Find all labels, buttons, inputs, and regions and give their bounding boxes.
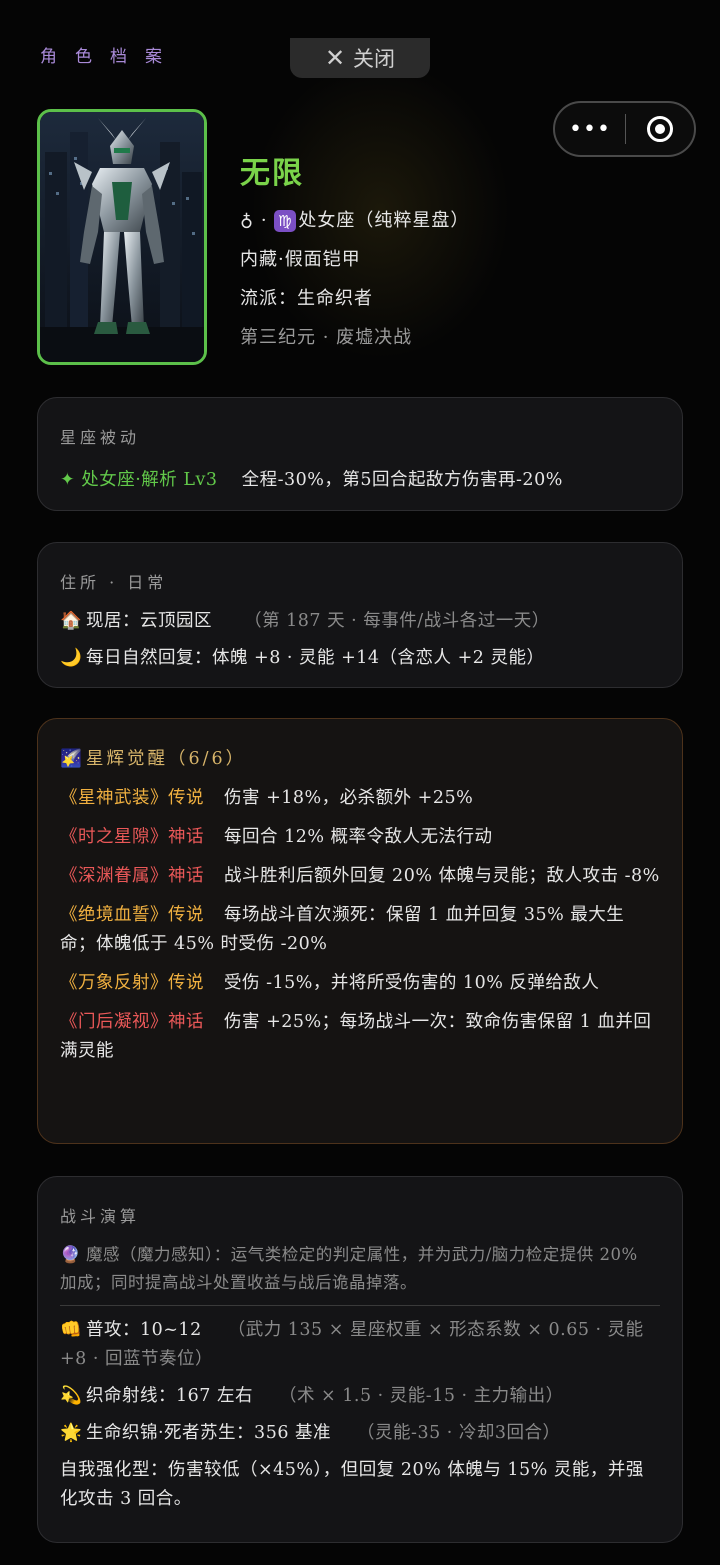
attack-note: （灵能-35 · 冷却3回合） <box>357 1423 561 1443</box>
era: 第三纪元 · 废墟决战 <box>240 327 413 348</box>
shooting-star-icon: 🌠 <box>60 749 85 769</box>
awakening-item: 《星神武装》传说 伤害 +18%，必杀额外 +25% <box>60 784 660 813</box>
attack-label: 普攻：10~12 <box>86 1320 202 1340</box>
home-note: （第 187 天 · 每事件/战斗各过一天） <box>244 611 550 631</box>
attack-icon: 💫 <box>60 1386 83 1406</box>
attack-label: 织命射线：167 左右 <box>86 1386 253 1406</box>
armor-type: 内藏·假面铠甲 <box>240 249 361 270</box>
battle-footer: 自我强化型：伤害较低（×45%），但回复 20% 体魄与 15% 灵能，并强化攻… <box>60 1460 644 1509</box>
battle-intro: 🔮 魔感（魔力感知）：运气类检定的判定属性，并为武力/脑力检定提供 20% 加成；… <box>60 1241 660 1297</box>
passive-card: 星座被动 ✦ 处女座·解析 Lv3 全程-30%，第5回合起敌方伤害再-20% <box>37 397 683 511</box>
more-icon[interactable]: ••• <box>555 117 625 142</box>
zodiac-line: ♁ · ♍ 处女座（纯粹星盘） <box>240 210 470 232</box>
school: 流派：生命织者 <box>240 288 373 309</box>
attack-icon: 👊 <box>60 1320 83 1340</box>
profile-info: 无限 ♁ · ♍ 处女座（纯粹星盘） 内藏·假面铠甲 流派：生命织者 第三纪元 ·… <box>240 148 469 362</box>
awakening-item-desc: 每回合 12% 概率令敌人无法行动 <box>224 827 493 847</box>
regen-text: 每日自然回复：体魄 +8 · 灵能 +14（含恋人 +2 灵能） <box>86 648 545 668</box>
battle-card: 战斗演算 🔮 魔感（魔力感知）：运气类检定的判定属性，并为武力/脑力检定提供 20… <box>37 1176 683 1543</box>
battle-intro-text: 魔感（魔力感知）：运气类检定的判定属性，并为武力/脑力检定提供 20% 加成；同… <box>60 1245 638 1292</box>
house-icon: 🏠 <box>60 611 83 631</box>
attack-icon: 🌟 <box>60 1423 83 1443</box>
residence-card: 住所 · 日常 🏠 现居：云顶园区 （第 187 天 · 每事件/战斗各过一天） … <box>37 542 683 688</box>
awakening-card: 🌠星辉觉醒（6/6） 《星神武装》传说 伤害 +18%，必杀额外 +25% 《时之星… <box>37 718 683 1144</box>
zodiac-text: 处女座（纯粹星盘） <box>298 210 470 231</box>
page-title: 角色档案 <box>40 47 180 67</box>
exit-button[interactable] <box>626 116 694 142</box>
awakening-header: 🌠星辉觉醒（6/6） <box>60 745 660 770</box>
attack-list: 👊 普攻：10~12 （武力 135 × 星座权重 × 形态系数 × 0.65 · … <box>60 1316 660 1448</box>
passive-desc: 全程-30%，第5回合起敌方伤害再-20% <box>241 470 563 490</box>
awakening-item-desc: 战斗胜利后额外回复 20% 体魄与灵能；敌人攻击 -8% <box>224 866 660 886</box>
character-portrait <box>37 109 207 365</box>
awakening-item-desc: 受伤 -15%，并将所受伤害的 10% 反弹给敌人 <box>224 973 600 993</box>
awakening-item-name: 《深渊眷属》神话 <box>60 866 204 886</box>
awakening-item-name: 《万象反射》传说 <box>60 973 204 993</box>
home-row: 🏠 现居：云顶园区 （第 187 天 · 每事件/战斗各过一天） <box>60 607 660 632</box>
battle-divider <box>60 1305 660 1306</box>
close-label: 关闭 <box>353 47 396 71</box>
character-name: 无限 <box>240 156 304 191</box>
awakening-item-name: 《绝境血誓》传说 <box>60 905 204 925</box>
close-icon: ✕ <box>324 44 346 72</box>
passive-skill: ✦ 处女座·解析 Lv3 <box>60 470 218 490</box>
attack-row: 👊 普攻：10~12 （武力 135 × 星座权重 × 形态系数 × 0.65 · … <box>60 1316 660 1374</box>
home-label: 现居：云顶园区 <box>86 611 212 631</box>
gender-icon: ♁ <box>240 210 255 231</box>
virgo-icon: ♍ <box>274 210 297 232</box>
close-button[interactable]: ✕ 关闭 <box>290 38 430 78</box>
attack-row: 🌟 生命织锦·死者苏生：356 基准 （灵能-35 · 冷却3回合） <box>60 1419 660 1448</box>
crystal-ball-icon: 🔮 <box>60 1245 82 1264</box>
awakening-item-name: 《时之星隙》神话 <box>60 827 204 847</box>
mini-program-capsule: ••• <box>553 101 696 157</box>
awakening-item: 《深渊眷属》神话 战斗胜利后额外回复 20% 体魄与灵能；敌人攻击 -8% <box>60 862 660 891</box>
awakening-item: 《门后凝视》神话 伤害 +25%；每场战斗一次：致命伤害保留 1 血并回满灵能 <box>60 1008 660 1066</box>
battle-title: 战斗演算 <box>60 1207 141 1226</box>
awakening-item: 《时之星隙》神话 每回合 12% 概率令敌人无法行动 <box>60 823 660 852</box>
attack-row: 💫 织命射线：167 左右 （术 × 1.5 · 灵能-15 · 主力输出） <box>60 1382 660 1411</box>
awakening-list: 《星神武装》传说 伤害 +18%，必杀额外 +25% 《时之星隙》神话 每回合 12%… <box>60 784 660 1066</box>
awakening-item-desc: 伤害 +18%，必杀额外 +25% <box>224 788 474 808</box>
passive-title: 星座被动 <box>60 428 141 447</box>
awakening-item: 《绝境血誓》传说 每场战斗首次濒死：保留 1 血并回复 35% 最大生命；体魄低于… <box>60 901 660 959</box>
attack-note: （术 × 1.5 · 灵能-15 · 主力输出） <box>278 1386 564 1406</box>
awakening-item: 《万象反射》传说 受伤 -15%，并将所受伤害的 10% 反弹给敌人 <box>60 969 660 998</box>
residence-title: 住所 · 日常 <box>60 573 168 592</box>
awakening-item-name: 《门后凝视》神话 <box>60 1012 204 1032</box>
awakening-item-name: 《星神武装》传说 <box>60 788 204 808</box>
passive-row: ✦ 处女座·解析 Lv3 全程-30%，第5回合起敌方伤害再-20% <box>60 466 660 491</box>
regen-row: 🌙 每日自然回复：体魄 +8 · 灵能 +14（含恋人 +2 灵能） <box>60 644 660 669</box>
target-icon <box>647 116 673 142</box>
attack-label: 生命织锦·死者苏生：356 基准 <box>86 1423 332 1443</box>
awakening-title: 星辉觉醒（6/6） <box>86 749 247 769</box>
moon-icon: 🌙 <box>60 648 83 668</box>
